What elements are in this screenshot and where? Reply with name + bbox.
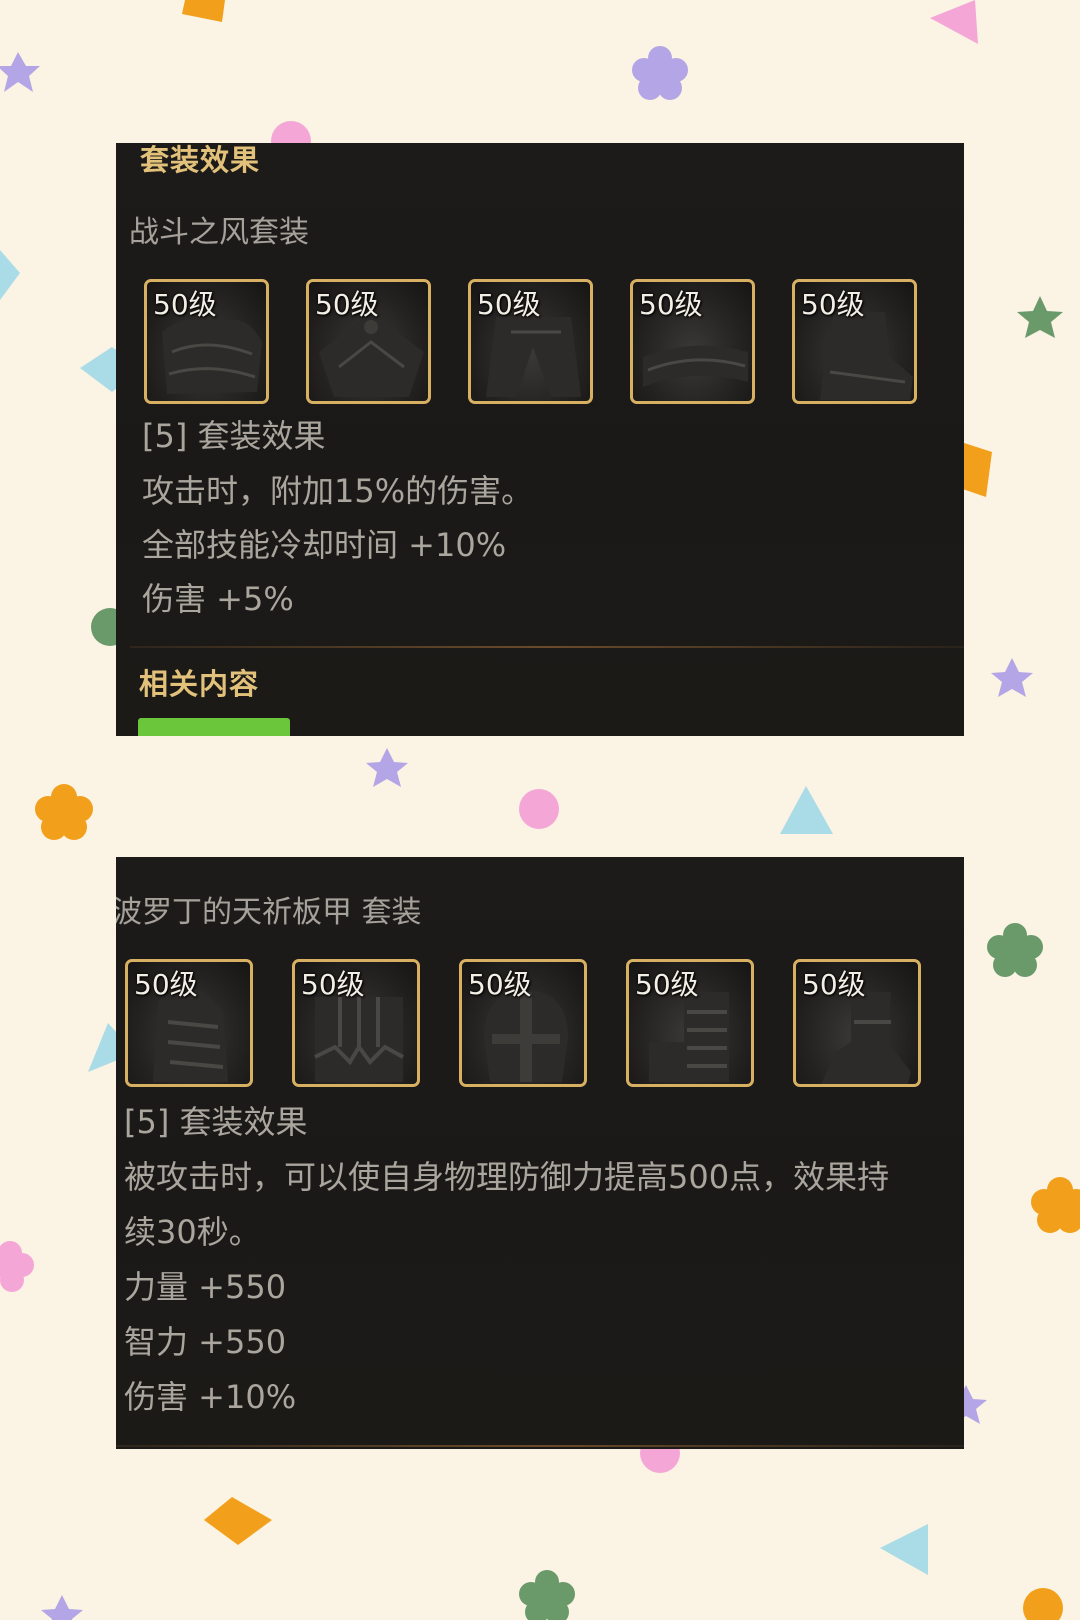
related-item-text xyxy=(306,719,426,736)
slot-level-label: 50级 xyxy=(635,968,699,1001)
equipment-slot-row: 50级 50级 50级 50级 50级 xyxy=(125,959,921,1087)
set-name: 战斗之风套装 xyxy=(129,215,309,250)
section-divider xyxy=(130,646,964,648)
slot-level-label: 50级 xyxy=(468,968,532,1001)
equipment-slot-belt[interactable]: 50级 xyxy=(630,279,755,404)
set-effect-line: 伤害 +10% xyxy=(124,1378,297,1416)
equipment-slot-legs[interactable]: 50级 xyxy=(468,279,593,404)
section-divider xyxy=(116,1445,964,1447)
section-heading-related: 相关内容 xyxy=(139,667,260,701)
set-effect-title: [5] 套装效果 xyxy=(142,417,326,455)
set-effect-line: 伤害 +5% xyxy=(142,580,294,618)
equipment-slot-helmet[interactable]: 50级 xyxy=(459,959,587,1087)
set-effect-line: 被攻击时，可以使自身物理防御力提高500点，效果持 xyxy=(124,1158,890,1196)
equipment-slot-shoulder[interactable]: 50级 xyxy=(306,279,431,404)
slot-level-label: 50级 xyxy=(639,288,703,321)
equipment-slot-chest[interactable]: 50级 xyxy=(292,959,420,1087)
related-item-tag[interactable] xyxy=(138,718,290,736)
equipment-slot-shoulder[interactable]: 50级 xyxy=(125,959,253,1087)
section-heading-set-effect: 套装效果 xyxy=(140,143,261,177)
set-effect-line: 力量 +550 xyxy=(124,1268,287,1306)
slot-level-label: 50级 xyxy=(134,968,198,1001)
equipment-slot-row: 50级 50级 50级 50级 50级 xyxy=(144,279,917,404)
equipment-slot-gauntlet[interactable]: 50级 xyxy=(626,959,754,1087)
equipment-slot-chest[interactable]: 50级 xyxy=(144,279,269,404)
set-effect-line: 攻击时，附加15%的伤害。 xyxy=(142,472,534,510)
slot-level-label: 50级 xyxy=(802,968,866,1001)
set-effect-line: 全部技能冷却时间 +10% xyxy=(142,526,507,564)
equipment-slot-boots[interactable]: 50级 xyxy=(792,279,917,404)
set-effect-line: 智力 +550 xyxy=(124,1323,287,1361)
set-effect-title: [5] 套装效果 xyxy=(124,1103,308,1141)
slot-level-label: 50级 xyxy=(801,288,865,321)
equipment-slot-boots[interactable]: 50级 xyxy=(793,959,921,1087)
slot-level-label: 50级 xyxy=(477,288,541,321)
set-effect-panel-2: 波罗丁的天祈板甲 套装 50级 50级 50级 50级 50级 [5] 套装效果… xyxy=(116,857,964,1449)
set-effect-panel-1: 套装效果 战斗之风套装 50级 50级 50级 50级 50级 [5] 套装效果… xyxy=(116,143,964,736)
set-name: 波罗丁的天祈板甲 套装 xyxy=(116,895,422,930)
set-effect-line: 续30秒。 xyxy=(124,1213,261,1251)
slot-level-label: 50级 xyxy=(301,968,365,1001)
slot-level-label: 50级 xyxy=(153,288,217,321)
slot-level-label: 50级 xyxy=(315,288,379,321)
